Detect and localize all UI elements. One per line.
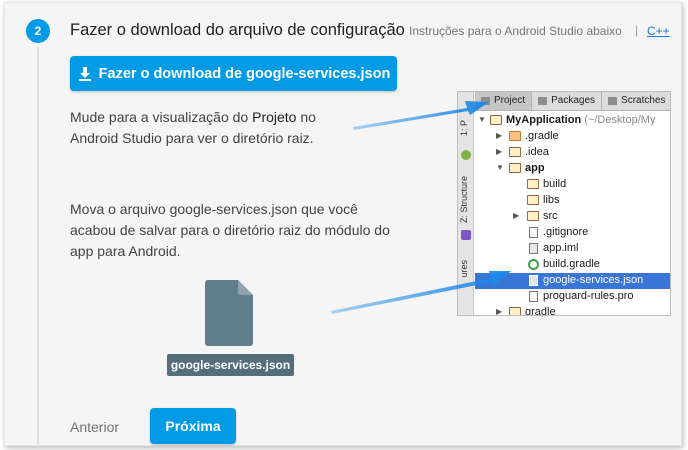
arrow-to-google-services-icon [331, 271, 511, 314]
pointer-arrows-overlay [331, 101, 511, 314]
setup-step-card: 2 Fazer o download do arquivo de configu… [4, 2, 682, 447]
arrow-to-project-tab-icon [353, 101, 489, 130]
